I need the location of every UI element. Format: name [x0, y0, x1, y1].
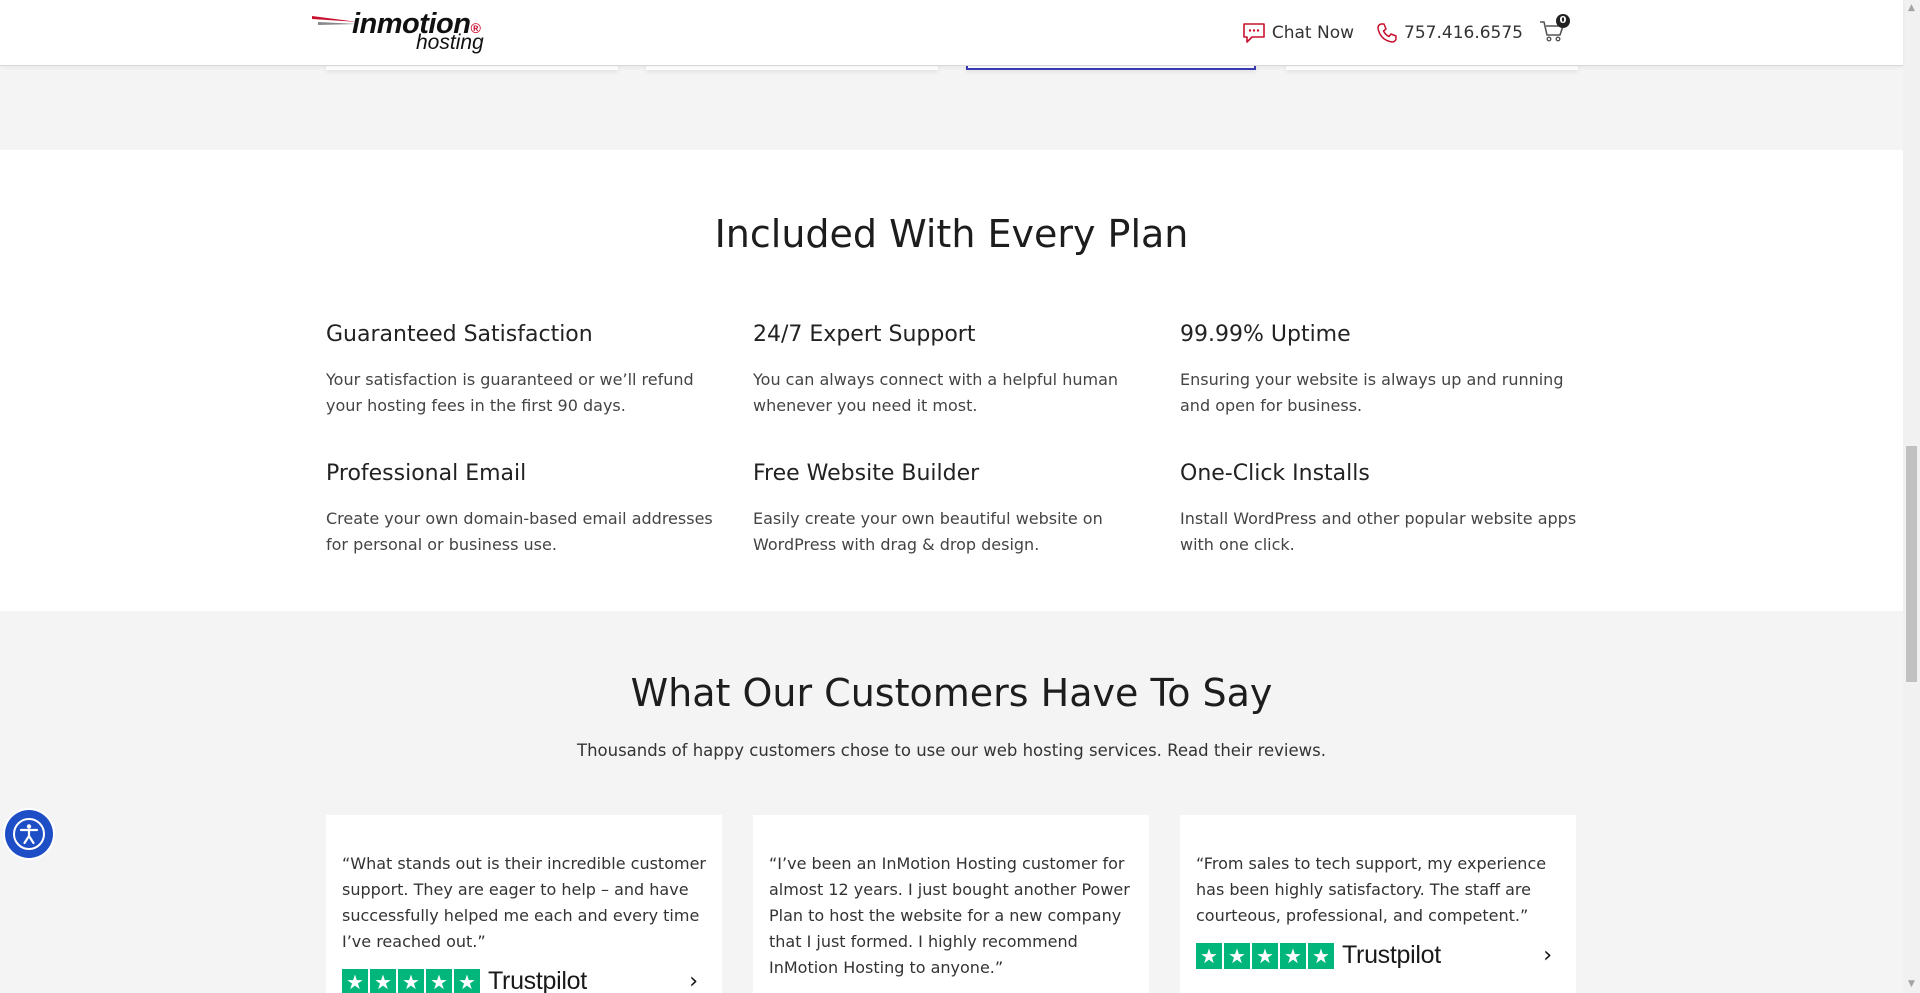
star-icon: ★	[1308, 942, 1334, 969]
scrollbar-thumb[interactable]	[1906, 446, 1917, 682]
feature-title: Professional Email	[326, 461, 527, 486]
page-scrollbar[interactable]: ▲ ▼	[1903, 0, 1920, 993]
cart-button[interactable]: 0	[1539, 14, 1570, 47]
review-card: “What stands out is their incredible cus…	[326, 815, 722, 993]
trustpilot-rating[interactable]: ★ ★ ★ ★ ★ Trustpilot ›	[1196, 941, 1560, 970]
feature-website-builder: Free Website Builder Easily create your …	[753, 461, 1153, 558]
feature-title: Guaranteed Satisfaction	[326, 322, 593, 347]
feature-text: Install WordPress and other popular webs…	[1180, 509, 1577, 554]
star-icon: ★	[1196, 942, 1222, 969]
feature-title: One-Click Installs	[1180, 461, 1370, 486]
review-card: “I’ve been an InMotion Hosting customer …	[753, 815, 1149, 993]
star-icon: ★	[1280, 942, 1306, 969]
star-icon: ★	[426, 968, 452, 993]
feature-text: Your satisfaction is guaranteed or we’ll…	[326, 370, 694, 415]
review-quote: “What stands out is their incredible cus…	[342, 854, 706, 951]
inmotion-hosting-logo[interactable]: inmotion® hosting	[312, 8, 492, 56]
phone-number: 757.416.6575	[1404, 23, 1523, 43]
star-icon: ★	[1252, 942, 1278, 969]
feature-expert-support: 24/7 Expert Support You can always conne…	[753, 322, 1153, 419]
scroll-up-icon[interactable]: ▲	[1903, 0, 1920, 17]
review-quote: “From sales to tech support, my experien…	[1196, 854, 1547, 925]
chat-now-link[interactable]: Chat Now	[1242, 22, 1354, 44]
accessibility-button[interactable]	[5, 810, 53, 858]
feature-text: Ensuring your website is always up and r…	[1180, 370, 1564, 415]
cart-count-badge: 0	[1556, 14, 1570, 28]
feature-guaranteed-satisfaction: Guaranteed Satisfaction Your satisfactio…	[326, 322, 726, 419]
review-card: “From sales to tech support, my experien…	[1180, 815, 1576, 993]
reviews-section: What Our Customers Have To Say Thousands…	[0, 611, 1903, 993]
star-icon: ★	[454, 968, 480, 993]
star-icon: ★	[370, 968, 396, 993]
included-title: Included With Every Plan	[714, 212, 1189, 256]
trustpilot-label: Trustpilot	[1342, 941, 1441, 969]
plan-cards-strip	[0, 62, 1903, 150]
chevron-right-icon[interactable]: ›	[1543, 943, 1552, 968]
feature-uptime: 99.99% Uptime Ensuring your website is a…	[1180, 322, 1580, 419]
star-rating: ★ ★ ★ ★ ★	[342, 968, 482, 993]
feature-text: Easily create your own beautiful website…	[753, 509, 1103, 554]
trustpilot-label: Trustpilot	[488, 967, 587, 993]
site-header: inmotion® hosting Chat Now 757.416.6575 …	[0, 0, 1903, 66]
reviews-subtitle: Thousands of happy customers chose to us…	[577, 741, 1326, 760]
reviews-title: What Our Customers Have To Say	[630, 671, 1273, 715]
chevron-right-icon[interactable]: ›	[689, 969, 698, 993]
accessibility-icon	[13, 818, 45, 850]
feature-professional-email: Professional Email Create your own domai…	[326, 461, 726, 558]
feature-title: 24/7 Expert Support	[753, 322, 976, 347]
chat-now-label: Chat Now	[1271, 23, 1355, 43]
header-actions: Chat Now 757.416.6575 0	[1220, 14, 1570, 48]
feature-text: You can always connect with a helpful hu…	[753, 370, 1119, 415]
star-icon: ★	[398, 968, 424, 993]
feature-text: Create your own domain-based email addre…	[326, 509, 713, 554]
logo-sub-text: hosting	[416, 31, 484, 54]
feature-one-click-installs: One-Click Installs Install WordPress and…	[1180, 461, 1580, 558]
trustpilot-rating[interactable]: ★ ★ ★ ★ ★ Trustpilot ›	[342, 967, 706, 993]
review-quote: “I’ve been an InMotion Hosting customer …	[769, 854, 1130, 977]
star-icon: ★	[342, 968, 368, 993]
included-section: Included With Every Plan Guaranteed Sati…	[0, 150, 1903, 611]
feature-title: 99.99% Uptime	[1180, 322, 1351, 347]
feature-title: Free Website Builder	[753, 461, 980, 486]
star-icon: ★	[1224, 942, 1250, 969]
phone-link[interactable]: 757.416.6575	[1376, 22, 1523, 44]
star-rating: ★ ★ ★ ★ ★	[1196, 942, 1336, 969]
chat-bubble-icon	[1243, 23, 1265, 43]
phone-icon	[1377, 23, 1397, 43]
scroll-down-icon[interactable]: ▼	[1903, 976, 1920, 993]
